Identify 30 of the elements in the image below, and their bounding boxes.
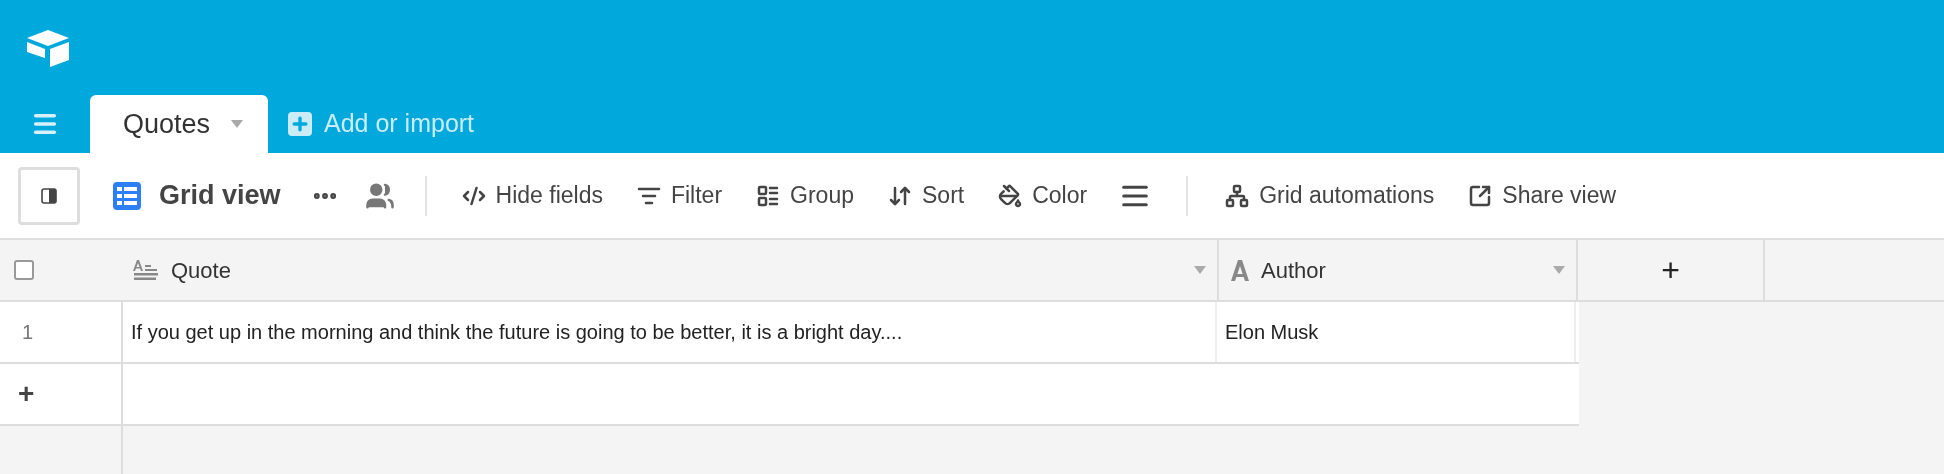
letter-a-icon bbox=[1229, 258, 1251, 282]
table-cell: If you get up in the morning and think the future is going to be better, it is a bright day.... bbox=[123, 302, 1217, 362]
toolbar-button[interactable]: Sort bbox=[871, 170, 982, 221]
toolbar-button[interactable]: Group bbox=[739, 170, 871, 221]
sidebar-toggle-button[interactable] bbox=[18, 166, 80, 225]
caret-icon[interactable] bbox=[1193, 265, 1207, 275]
list-icon bbox=[756, 183, 781, 208]
grid-icon bbox=[113, 181, 141, 210]
cube-logo-icon[interactable] bbox=[25, 27, 71, 68]
view-name[interactable]: Grid view bbox=[159, 175, 281, 216]
toolbar-button[interactable]: Filter bbox=[619, 170, 740, 221]
toolbar-button[interactable]: Hide fields bbox=[444, 170, 620, 221]
plus-square-icon bbox=[288, 112, 312, 136]
caret-icon[interactable] bbox=[230, 119, 245, 129]
table-cell: Elon Musk bbox=[1217, 302, 1576, 362]
caret-icon[interactable] bbox=[1552, 265, 1566, 275]
column-header[interactable]: Author bbox=[1219, 240, 1578, 300]
add-row-button[interactable]: + bbox=[0, 364, 123, 424]
row-number: 1 bbox=[0, 302, 123, 362]
long-text-icon bbox=[133, 259, 161, 281]
toolbar-button[interactable]: Share view bbox=[1451, 170, 1634, 221]
toolbar-button[interactable]: Grid automations bbox=[1208, 170, 1452, 221]
share-icon bbox=[1468, 183, 1493, 208]
paint-bucket-icon bbox=[998, 183, 1023, 208]
select-all-checkbox[interactable] bbox=[14, 260, 34, 280]
hierarchy-icon bbox=[1225, 183, 1250, 208]
toolbar-button[interactable]: Color bbox=[981, 170, 1105, 221]
table-tab[interactable]: Quotes bbox=[90, 95, 268, 153]
half-square-icon bbox=[41, 187, 57, 204]
column-header[interactable]: Quote bbox=[123, 240, 1219, 300]
